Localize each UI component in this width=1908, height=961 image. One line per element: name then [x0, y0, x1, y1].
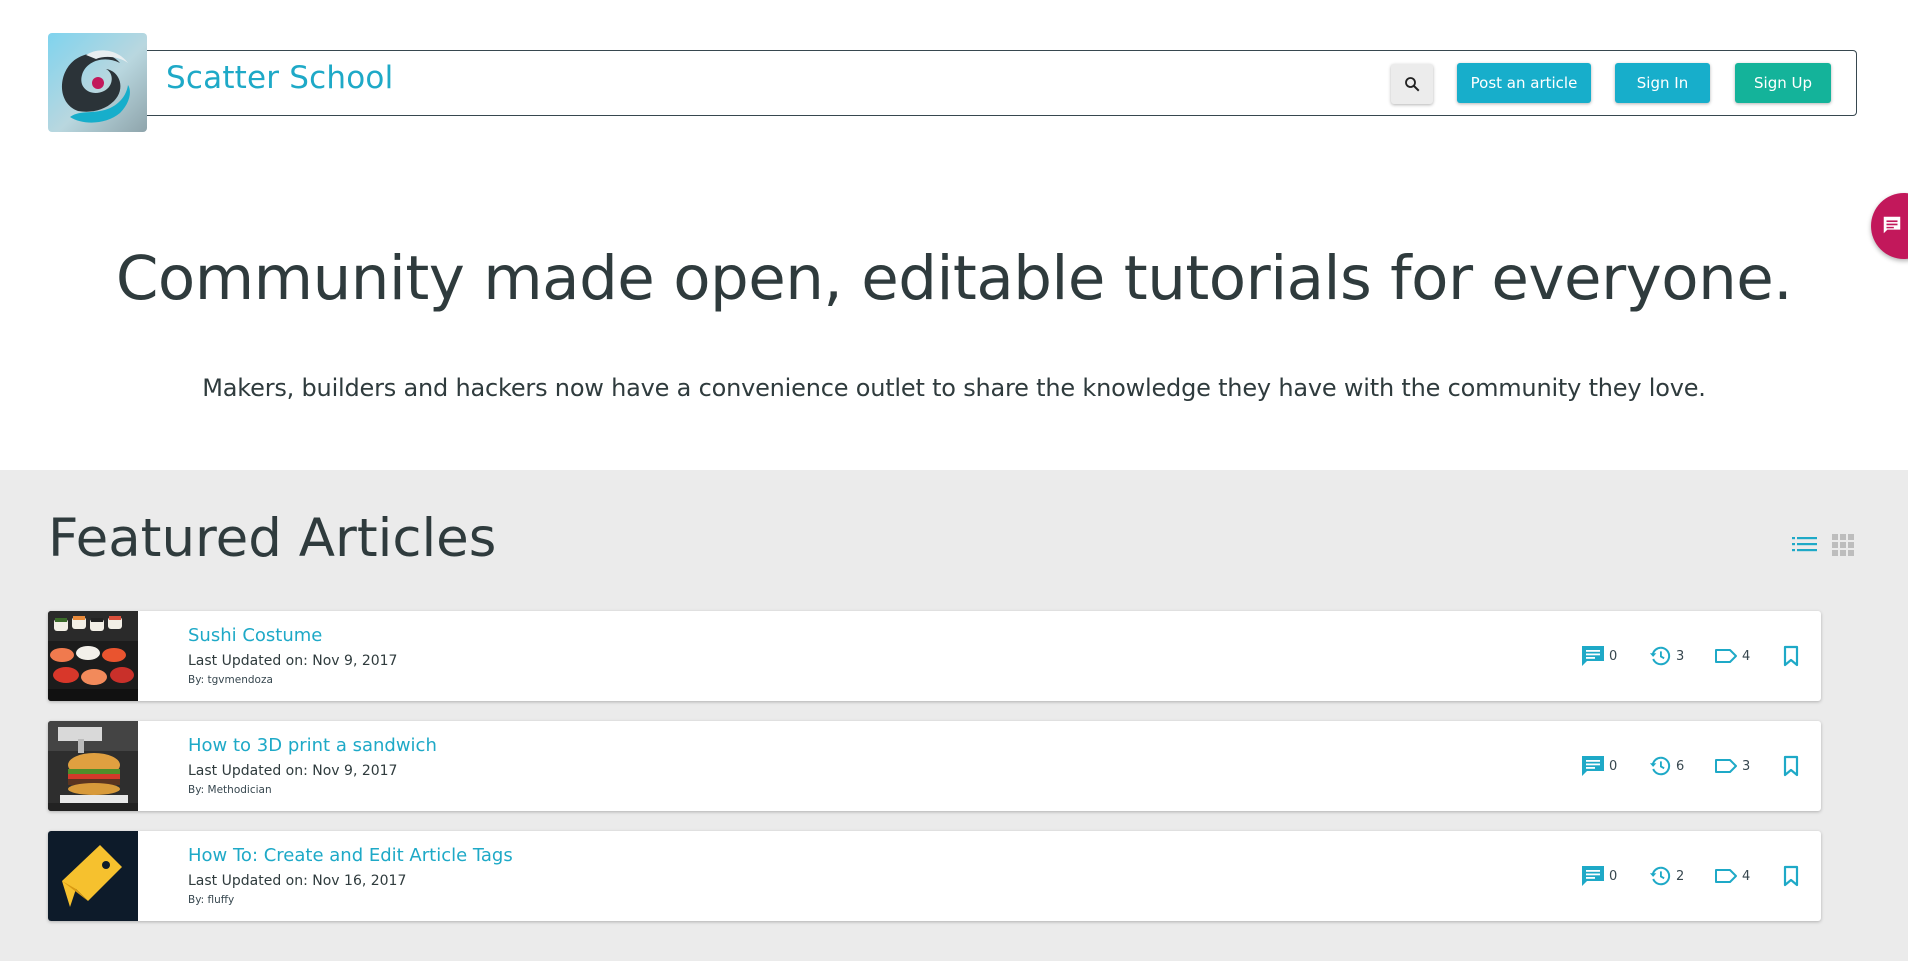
revision-count[interactable]: 2	[1648, 864, 1684, 888]
history-icon	[1649, 866, 1671, 886]
sushi-image	[48, 611, 138, 701]
article-title[interactable]: How to 3D print a sandwich	[188, 735, 437, 756]
comment-count[interactable]: 0	[1581, 864, 1617, 888]
tag-logo-image	[48, 831, 138, 921]
hero-title: Community made open, editable tutorials …	[115, 243, 1793, 314]
hero-subtitle: Makers, builders and hackers now have a …	[202, 374, 1706, 402]
search-icon	[1405, 77, 1420, 92]
article-author: By: fluffy	[188, 894, 235, 906]
comment-count-value: 0	[1609, 868, 1618, 884]
tag-count[interactable]: 3	[1714, 754, 1750, 778]
bookmark-button[interactable]	[1782, 865, 1800, 891]
article-title[interactable]: Sushi Costume	[188, 625, 322, 646]
comment-count[interactable]: 0	[1581, 754, 1617, 778]
post-article-button[interactable]: Post an article	[1457, 63, 1591, 103]
list-view-icon	[1792, 537, 1817, 552]
article-card-article-tags[interactable]: How To: Create and Edit Article Tags Las…	[48, 831, 1821, 921]
article-thumbnail[interactable]	[48, 611, 138, 701]
logo-swirl-icon	[62, 50, 130, 123]
grid-view-icon	[1832, 534, 1854, 556]
revision-count[interactable]: 6	[1648, 754, 1684, 778]
comment-icon	[1582, 866, 1604, 886]
revision-count-value: 3	[1676, 648, 1685, 664]
tag-count-value: 4	[1742, 868, 1751, 884]
article-updated-date: Last Updated on: Nov 9, 2017	[188, 653, 398, 669]
tag-count[interactable]: 4	[1714, 644, 1750, 668]
article-title[interactable]: How To: Create and Edit Article Tags	[188, 845, 513, 866]
tag-count-value: 4	[1742, 648, 1751, 664]
article-author: By: Methodician	[188, 784, 272, 796]
tag-count-value: 3	[1742, 758, 1751, 774]
bookmark-icon	[1783, 645, 1799, 667]
top-navbar	[141, 50, 1857, 116]
search-button[interactable]	[1391, 64, 1433, 104]
tag-count[interactable]: 4	[1714, 864, 1750, 888]
article-card-sushi-costume[interactable]: Sushi Costume Last Updated on: Nov 9, 20…	[48, 611, 1821, 701]
chat-icon	[1883, 216, 1901, 234]
article-thumbnail[interactable]	[48, 721, 138, 811]
site-title[interactable]: Scatter School	[166, 60, 393, 96]
revision-count[interactable]: 3	[1648, 644, 1684, 668]
sign-up-button[interactable]: Sign Up	[1735, 63, 1831, 103]
grid-view-toggle[interactable]	[1832, 534, 1854, 560]
tag-icon	[1715, 759, 1737, 773]
history-icon	[1649, 646, 1671, 666]
sign-in-button[interactable]: Sign In	[1615, 63, 1710, 103]
site-logo[interactable]	[48, 33, 147, 132]
tag-icon	[1715, 649, 1737, 663]
comment-count-value: 0	[1609, 758, 1618, 774]
comment-icon	[1582, 646, 1604, 666]
bookmark-button[interactable]	[1782, 755, 1800, 781]
revision-count-value: 6	[1676, 758, 1685, 774]
history-icon	[1649, 756, 1671, 776]
tag-icon	[1715, 869, 1737, 883]
comment-count-value: 0	[1609, 648, 1618, 664]
comment-count[interactable]: 0	[1581, 644, 1617, 668]
article-author: By: tgvmendoza	[188, 674, 273, 686]
revision-count-value: 2	[1676, 868, 1685, 884]
bookmark-icon	[1783, 865, 1799, 887]
article-thumbnail[interactable]	[48, 831, 138, 921]
article-updated-date: Last Updated on: Nov 9, 2017	[188, 763, 398, 779]
featured-section: Featured Articles Sushi Costume Last Upd…	[0, 470, 1908, 961]
comment-icon	[1582, 756, 1604, 776]
featured-heading: Featured Articles	[48, 508, 497, 569]
bookmark-icon	[1783, 755, 1799, 777]
sandwich-image	[48, 721, 138, 811]
article-card-3d-print-sandwich[interactable]: How to 3D print a sandwich Last Updated …	[48, 721, 1821, 811]
article-updated-date: Last Updated on: Nov 16, 2017	[188, 873, 407, 889]
bookmark-button[interactable]	[1782, 645, 1800, 671]
list-view-toggle[interactable]	[1792, 534, 1818, 558]
